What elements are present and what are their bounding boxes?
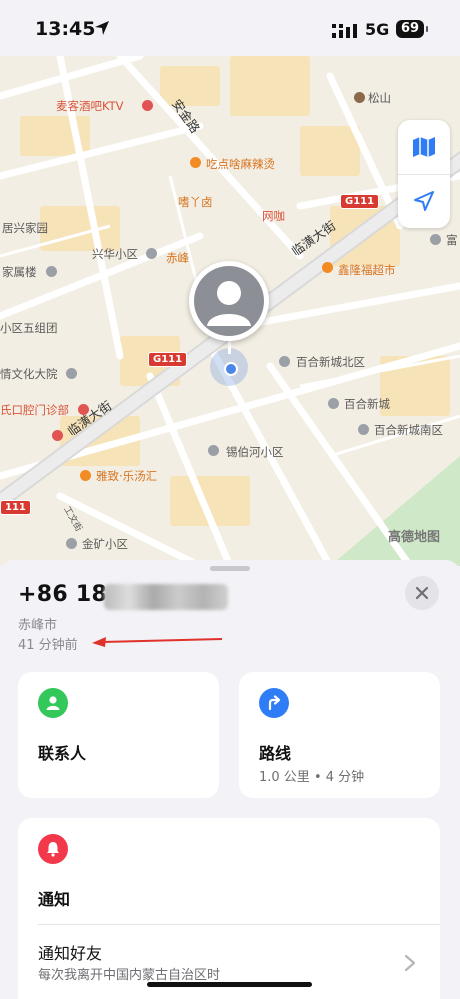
close-icon [415, 586, 429, 600]
map-label-chifeng[interactable]: 赤峰 [166, 250, 189, 266]
location-arrow-icon [414, 191, 434, 211]
map-label-kouqiang[interactable]: 氏口腔门诊部 [0, 402, 69, 418]
map-mode-button[interactable] [398, 120, 450, 175]
phone-number: +86 18 [18, 582, 108, 607]
highway-shield-g111: G111 [340, 194, 380, 209]
poi-songshan-icon[interactable] [354, 92, 365, 103]
poi-hospital-icon[interactable] [52, 430, 63, 441]
map-label-xiboh[interactable]: 锡伯河小区 [226, 444, 284, 460]
home-indicator[interactable] [147, 982, 312, 987]
contact-city: 赤峰市 [18, 618, 58, 633]
map-label-malatang[interactable]: 吃点啥麻辣烫 [206, 156, 275, 172]
location-dot [224, 362, 238, 376]
poi-jinkuang-icon[interactable] [66, 538, 77, 549]
close-button[interactable] [405, 576, 439, 610]
sheet-grabber[interactable] [210, 566, 250, 571]
highway-shield-g111-b: G111 [148, 352, 188, 367]
map-label-supermarket[interactable]: 鑫隆福超市 [338, 262, 396, 278]
poi-yazhi-icon[interactable] [80, 470, 91, 481]
route-title: 路线 [259, 744, 292, 763]
contacts-icon-circle [38, 688, 68, 718]
map-label-baihe-north[interactable]: 百合新城北区 [296, 354, 365, 370]
locate-button[interactable] [398, 174, 450, 228]
map-label-xinghua[interactable]: 兴华小区 [92, 246, 138, 262]
divider [38, 924, 440, 925]
map-label-ktv[interactable]: 麦客酒吧KTV [56, 98, 124, 114]
last-seen: 41 分钟前 [18, 638, 78, 653]
status-time: 13:45 [35, 18, 96, 40]
notify-title: 通知 [38, 890, 71, 909]
map-label-wangka[interactable]: 网咖 [262, 208, 285, 224]
map-label-wuzu[interactable]: 小区五组团 [0, 320, 58, 336]
network-type: 5G [365, 20, 390, 39]
notifications-card: 通知 通知好友 每次我离开中国内蒙古自治区时 [18, 818, 440, 999]
notify-friends-subtitle: 每次我离开中国内蒙古自治区时 [38, 968, 221, 983]
poi-baihe-icon[interactable] [328, 398, 339, 409]
map-icon [413, 137, 435, 157]
redacted-number [104, 584, 228, 610]
route-icon-circle [259, 688, 289, 718]
notify-icon-circle [38, 834, 68, 864]
poi-supermarket-icon[interactable] [322, 262, 333, 273]
map-view[interactable]: 麦客酒吧KTV 松山 安金路 吃点啥麻辣烫 嗜丫卤 网咖 G111 居兴家园 临… [0, 56, 460, 566]
map-label-fu[interactable]: 富 [446, 232, 458, 248]
location-services-icon [95, 21, 109, 35]
battery-indicator: 69 [396, 20, 428, 38]
poi-baihe-north-icon[interactable] [279, 356, 290, 367]
map-label-juxing[interactable]: 居兴家园 [2, 220, 48, 236]
map-label-baihe[interactable]: 百合新城 [344, 396, 390, 412]
highway-shield-g111-c: 111 [0, 500, 31, 515]
person-icon [46, 696, 60, 710]
poi-xinghua-icon[interactable] [146, 248, 157, 259]
status-bar: 13:45 5G 69 [0, 0, 460, 56]
contacts-title: 联系人 [38, 744, 87, 763]
route-card[interactable]: 路线 1.0 公里 • 4 分钟 [239, 672, 440, 798]
bell-icon [47, 842, 59, 857]
map-label-jinkuang[interactable]: 金矿小区 [82, 536, 128, 552]
contact-pin[interactable] [189, 261, 269, 341]
poi-malatang-icon[interactable] [190, 157, 201, 168]
poi-xiboh-icon[interactable] [208, 445, 219, 456]
map-watermark: 高德地图 [388, 530, 441, 545]
poi-qingwen-icon[interactable] [66, 368, 77, 379]
turn-arrow-icon [268, 695, 281, 711]
chevron-right-icon [404, 954, 416, 972]
cellular-signal-icon [332, 24, 357, 38]
poi-ktv-icon[interactable] [142, 100, 153, 111]
route-distance: 1.0 公里 • 4 分钟 [259, 770, 365, 785]
map-label-songshan[interactable]: 松山 [368, 90, 391, 106]
poi-dental-icon[interactable] [78, 404, 89, 415]
person-silhouette-icon [207, 281, 251, 326]
map-label-hengyalu[interactable]: 嗜丫卤 [178, 194, 213, 210]
red-arrow-annotation [92, 637, 223, 647]
contacts-card[interactable]: 联系人 [18, 672, 219, 798]
map-label-qingwen[interactable]: 情文化大院 [0, 366, 58, 382]
poi-baihe-south-icon[interactable] [358, 424, 369, 435]
map-label-yazhi[interactable]: 雅致·乐汤汇 [96, 468, 157, 484]
pin-stem [228, 340, 231, 354]
poi-fu-icon[interactable] [430, 234, 441, 245]
poi-jiashu-icon[interactable] [46, 266, 57, 277]
map-controls [398, 120, 450, 228]
map-label-jiashu[interactable]: 家属楼 [2, 264, 37, 280]
contact-sheet: +86 18 赤峰市 41 分钟前 联系人 路线 1.0 公里 • 4 分钟 通… [0, 560, 460, 999]
map-label-baihe-south[interactable]: 百合新城南区 [374, 422, 443, 438]
notify-friends-title: 通知好友 [38, 944, 103, 963]
avatar [194, 266, 264, 336]
